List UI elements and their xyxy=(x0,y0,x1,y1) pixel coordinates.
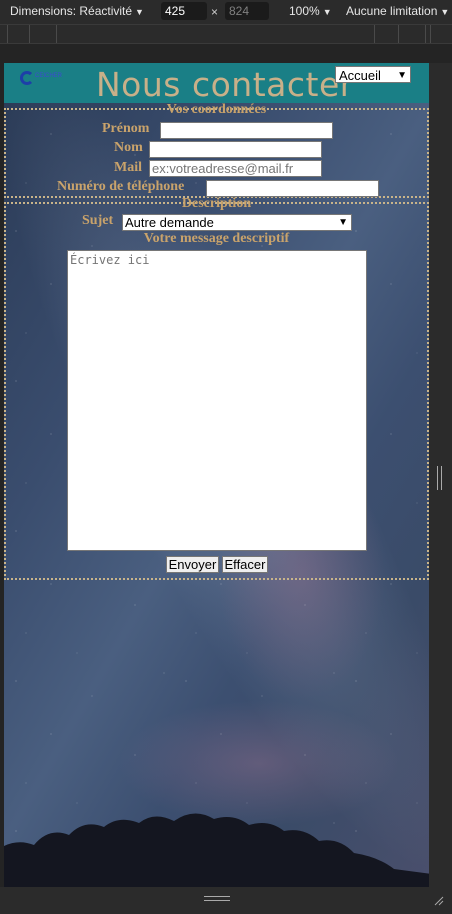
zoom-label: 100% xyxy=(289,4,320,18)
subject-label: Sujet xyxy=(82,213,114,228)
last-name-label: Nom xyxy=(114,140,143,155)
email-label: Mail xyxy=(114,160,142,175)
subject-select-value: Autre demande xyxy=(125,215,214,230)
resize-height-handle[interactable] xyxy=(204,896,230,901)
email-input[interactable]: ex:votreadresse@mail.fr xyxy=(149,160,322,177)
height-input[interactable]: 824 xyxy=(225,2,269,20)
caret-down-icon: ▼ xyxy=(440,7,450,17)
logo-icon xyxy=(20,71,34,85)
navigation-select-value: Accueil xyxy=(339,68,381,83)
description-legend: Description xyxy=(181,196,252,211)
last-name-input[interactable] xyxy=(149,141,322,158)
caret-down-icon: ▼ xyxy=(322,7,332,17)
zoom-dropdown[interactable]: 100% ▼ xyxy=(289,4,332,18)
times-separator: × xyxy=(211,5,219,19)
navigation-select[interactable]: Accueil ▼ xyxy=(335,66,411,83)
media-query-ruler[interactable] xyxy=(0,24,452,44)
contact-details-fieldset: Vos coordonnées Prénom Nom Mail ex:votre… xyxy=(4,102,429,198)
description-fieldset: Description Sujet Autre demande ▼ Votre … xyxy=(4,196,429,580)
devtools-toolbar: Dimensions: Réactivité ▼ 425 × 824 100% ▼ … xyxy=(0,0,452,24)
message-label: Votre message descriptif xyxy=(143,231,290,246)
send-button[interactable]: Envoyer xyxy=(166,556,219,573)
throttle-dropdown[interactable]: Aucune limitation ▼ xyxy=(346,4,449,18)
subject-select[interactable]: Autre demande ▼ xyxy=(122,214,352,231)
contact-details-legend: Vos coordonnées xyxy=(166,102,267,117)
site-header: CEICHER Nous contacter Accueil ▼ xyxy=(4,63,429,104)
logo-text: CEICHER xyxy=(35,73,63,79)
resize-width-handle[interactable] xyxy=(437,466,442,490)
dimensions-label: Dimensions: Réactivité xyxy=(10,4,133,18)
chevron-down-icon: ▼ xyxy=(338,217,348,228)
message-textarea[interactable]: Écrivez ici xyxy=(67,250,367,551)
reset-button[interactable]: Effacer xyxy=(222,556,268,573)
page-title: Nous contacter xyxy=(96,65,354,104)
page-viewport: CEICHER Nous contacter Accueil ▼ Vos coo… xyxy=(4,63,429,887)
first-name-label: Prénom xyxy=(102,121,150,136)
chevron-down-icon: ▼ xyxy=(397,70,407,81)
width-input[interactable]: 425 xyxy=(161,2,207,20)
phone-label: Numéro de téléphone xyxy=(57,179,185,194)
tree-silhouette xyxy=(4,813,429,887)
dimensions-dropdown[interactable]: Dimensions: Réactivité ▼ xyxy=(10,4,144,18)
first-name-input[interactable] xyxy=(160,122,333,139)
resize-corner-icon[interactable] xyxy=(434,896,444,906)
caret-down-icon: ▼ xyxy=(135,7,144,17)
throttle-label: Aucune limitation xyxy=(346,4,438,18)
phone-input[interactable] xyxy=(206,180,379,197)
